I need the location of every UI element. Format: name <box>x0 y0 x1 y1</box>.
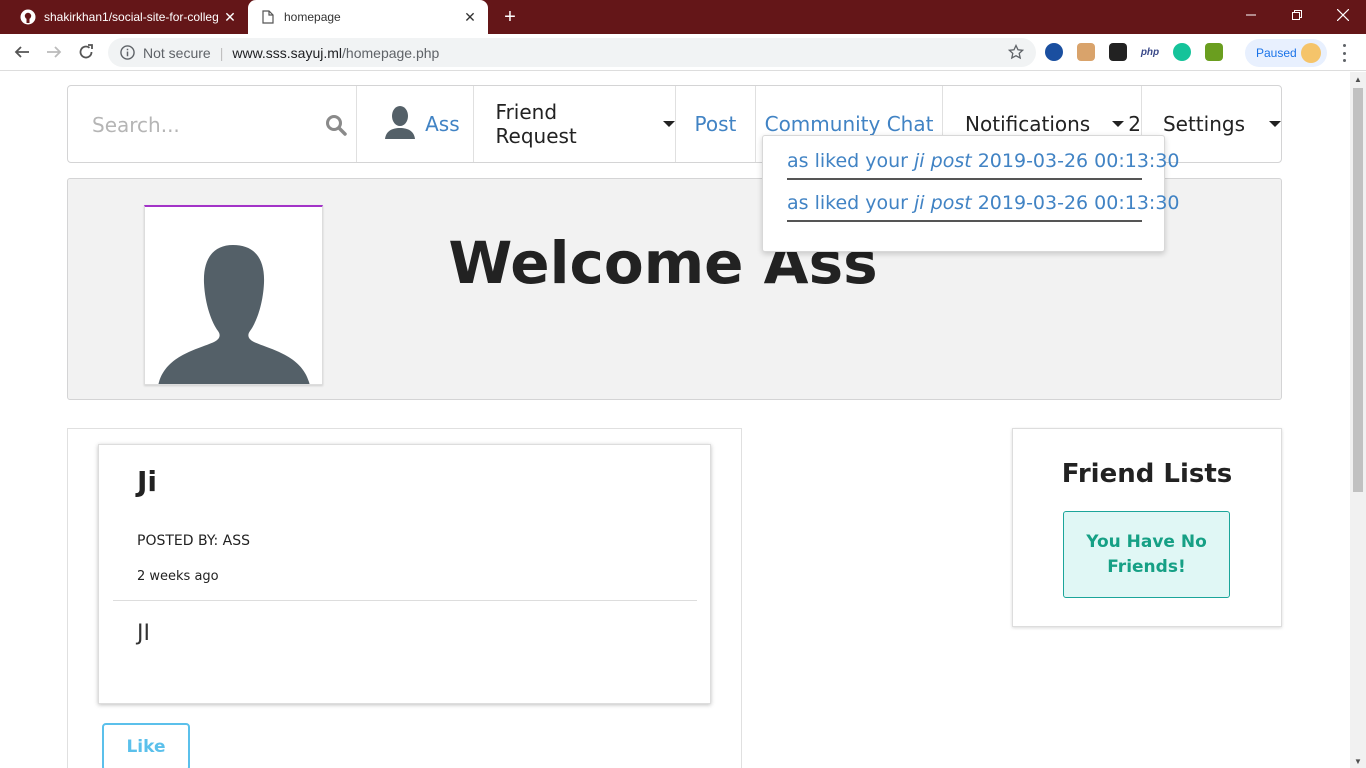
back-arrow-icon <box>14 46 29 58</box>
browser-tab-bar: shakirkhan1/social-site-for-colleg ✕ hom… <box>0 0 1366 34</box>
like-button[interactable]: Like <box>102 723 190 768</box>
close-icon <box>1337 9 1349 21</box>
profile-name: Ass <box>425 112 460 136</box>
page-content: Ass Friend Request Post Community Chat N… <box>0 72 1350 768</box>
security-label: Not secure <box>143 44 211 61</box>
caret-down-icon <box>662 121 675 127</box>
restore-icon <box>1292 10 1302 20</box>
avatar-icon <box>385 105 416 144</box>
post-title: Ji <box>137 465 158 498</box>
scroll-up-icon[interactable]: ▲ <box>1354 75 1362 84</box>
menu-profile-link[interactable]: Ass <box>357 86 474 162</box>
notification-post: ji post <box>914 150 972 172</box>
extension-box-icon[interactable] <box>1077 43 1095 61</box>
reload-button[interactable] <box>75 42 97 62</box>
notification-timestamp: 2019-03-26 00:13:30 <box>977 192 1180 214</box>
tab-homepage[interactable]: homepage ✕ <box>248 0 488 34</box>
notification-timestamp: 2019-03-26 00:13:30 <box>977 150 1180 172</box>
back-button[interactable] <box>11 42 33 62</box>
page-scrollbar[interactable]: ▲ ▼ <box>1350 72 1366 768</box>
search-box <box>68 86 358 162</box>
forward-button[interactable] <box>43 42 65 62</box>
bookmark-star-icon[interactable] <box>1007 43 1025 63</box>
post-time: 2 weeks ago <box>137 569 219 584</box>
tab-github[interactable]: shakirkhan1/social-site-for-colleg ✕ <box>8 0 248 34</box>
post-body: JI <box>137 621 150 646</box>
notification-text: as liked your <box>787 192 915 214</box>
notification-item[interactable]: as liked your ji post 2019-03-26 00:13:3… <box>787 192 1180 222</box>
forward-arrow-icon <box>47 46 62 58</box>
info-icon[interactable] <box>119 45 135 61</box>
minimize-button[interactable] <box>1228 0 1274 30</box>
caret-down-icon <box>1269 121 1281 127</box>
notifications-count: 2 <box>1128 112 1141 136</box>
extension-dark-icon[interactable] <box>1109 43 1127 61</box>
friend-request-label: Friend Request <box>495 100 577 148</box>
extension-grammarly-icon[interactable] <box>1173 43 1191 61</box>
no-friends-message: You Have No Friends! <box>1063 511 1230 598</box>
tab-title: homepage <box>284 10 341 24</box>
notifications-label: Notifications <box>965 112 1091 136</box>
caret-down-icon <box>1112 121 1125 127</box>
close-icon[interactable]: ✕ <box>462 9 478 25</box>
restore-button[interactable] <box>1274 0 1320 30</box>
url-host: www.sss.sayuj.ml <box>232 44 343 61</box>
friend-list-title: Friend Lists <box>1061 459 1233 489</box>
github-icon <box>20 9 36 25</box>
scrollbar-thumb[interactable] <box>1353 88 1363 492</box>
browser-toolbar: Not secure | www.sss.sayuj.ml/homepage.p… <box>0 34 1366 71</box>
search-input[interactable] <box>92 110 312 140</box>
browser-menu-icon[interactable] <box>1338 44 1350 62</box>
scroll-down-icon[interactable]: ▼ <box>1354 757 1362 766</box>
divider <box>113 600 697 601</box>
notification-post: ji post <box>914 192 972 214</box>
settings-label: Settings <box>1162 112 1245 136</box>
friend-list-panel: Friend Lists You Have No Friends! <box>1012 428 1282 627</box>
extension-globe-icon[interactable] <box>1045 43 1063 61</box>
extension-php-icon[interactable]: php <box>1139 43 1161 61</box>
tab-title: shakirkhan1/social-site-for-colleg <box>44 10 219 24</box>
divider: | <box>219 44 224 61</box>
profile-paused-button[interactable]: Paused <box>1245 39 1327 67</box>
new-tab-button[interactable]: + <box>500 6 520 28</box>
reload-icon <box>79 44 93 59</box>
address-bar[interactable]: Not secure | www.sss.sayuj.ml/homepage.p… <box>108 38 1036 67</box>
profile-avatar-icon <box>1301 43 1321 63</box>
page-icon <box>260 9 276 25</box>
menu-post-link[interactable]: Post <box>676 86 757 162</box>
feed-panel: Ji POSTED BY: ASS 2 weeks ago JI Like <box>67 428 742 768</box>
extension-download-icon[interactable] <box>1205 43 1223 61</box>
minimize-icon <box>1246 14 1256 16</box>
post-card: Ji POSTED BY: ASS 2 weeks ago JI <box>98 444 711 704</box>
post-author: POSTED BY: ASS <box>137 533 251 549</box>
notification-item[interactable]: as liked your ji post 2019-03-26 00:13:3… <box>787 150 1180 180</box>
profile-status: Paused <box>1256 46 1297 60</box>
url-path: /homepage.php <box>342 44 440 61</box>
notification-text: as liked your <box>787 150 915 172</box>
close-window-button[interactable] <box>1320 0 1366 30</box>
notifications-dropdown: as liked your ji post 2019-03-26 00:13:3… <box>762 135 1180 252</box>
search-icon[interactable] <box>325 114 347 141</box>
menu-friend-request[interactable]: Friend Request <box>474 86 676 162</box>
close-icon[interactable]: ✕ <box>222 9 238 25</box>
